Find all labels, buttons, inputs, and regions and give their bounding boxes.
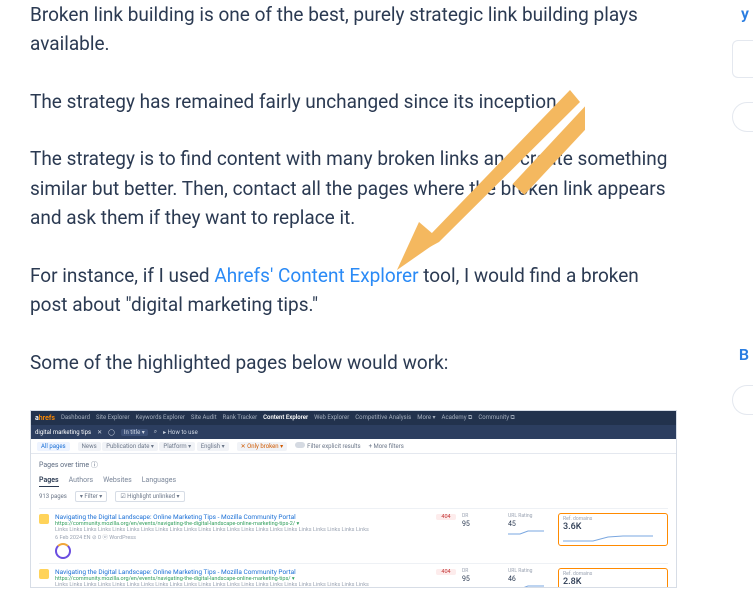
row-main: Navigating the Digital Landscape: Online… <box>55 513 430 559</box>
sidebar-heading-fragment: B <box>739 345 749 364</box>
circle-icon[interactable]: ◯ <box>108 429 115 436</box>
article-body: Broken link building is one of the best,… <box>30 0 680 405</box>
sidebar-input-peek[interactable] <box>732 40 753 78</box>
ahrefs-logo: ahrefs <box>35 414 55 422</box>
ahrefs-result-count: 913 pages <box>39 493 67 500</box>
text-run: For instance, if I used <box>30 264 214 287</box>
filter-pill[interactable]: News <box>78 442 101 451</box>
row-checkbox-icon[interactable] <box>39 514 49 524</box>
sidebar-heading-fragment: y <box>741 4 749 23</box>
col-dr: DR95 <box>462 513 502 528</box>
col-ur: URL Rating45 <box>508 513 548 538</box>
ahrefs-nav-item[interactable]: Academy ⧉ <box>442 414 473 421</box>
ahrefs-search-bar: digital marketing tips ✕ ◯ In title ▾ ⌕ … <box>31 425 676 439</box>
ahrefs-nav-item[interactable]: Web Explorer <box>314 414 349 421</box>
ahrefs-nav-item[interactable]: Community ⧉ <box>478 414 515 421</box>
col-ref-domains: Ref. domains2.8K <box>558 568 668 588</box>
col-ur: URL Rating46 <box>508 568 548 588</box>
ahrefs-search-query[interactable]: digital marketing tips <box>35 429 91 436</box>
row-footer: 6 Feb 2024 EN ⊘ 0 ⓦ WordPress <box>55 533 430 541</box>
ahrefs-tab[interactable]: Pages <box>39 476 59 487</box>
search-icon[interactable]: ⌕ <box>154 428 157 436</box>
ahrefs-howto-link[interactable]: ▸ How to use <box>163 429 198 436</box>
filter-explicit-toggle[interactable]: Filter explicit results <box>295 442 360 450</box>
toggle-icon <box>295 442 305 448</box>
filter-pill[interactable]: English ▾ <box>197 442 229 451</box>
filter-pill[interactable]: Platform ▾ <box>159 442 195 451</box>
paragraph: The strategy has remained fairly unchang… <box>30 87 680 116</box>
col-ref-domains: Ref. domains3.6K <box>558 513 668 546</box>
paragraph: Broken link building is one of the best,… <box>30 0 680 59</box>
ahrefs-scope-select[interactable]: In title ▾ <box>121 429 148 436</box>
ahrefs-filters: All pages News Publication date ▾ Platfo… <box>31 439 676 454</box>
col-dr: DR95 <box>462 568 502 583</box>
sidebar-button-peek[interactable] <box>732 385 753 415</box>
ahrefs-nav-item[interactable]: Site Explorer <box>96 414 129 421</box>
ahrefs-meta-row: 913 pages ▾ Filter ▾ ☑ Highlight unlinke… <box>39 491 668 502</box>
ahrefs-filter-button[interactable]: ▾ Filter ▾ <box>75 491 107 502</box>
sidebar-button-peek[interactable] <box>732 102 753 132</box>
filter-only-broken[interactable]: ✕ Only broken ▾ <box>237 442 288 451</box>
ahrefs-nav-item[interactable]: Dashboard <box>61 414 90 421</box>
clear-icon[interactable]: ✕ <box>97 429 102 436</box>
ahrefs-nav-item[interactable]: Keywords Explorer <box>136 414 185 421</box>
filter-allpages[interactable]: All pages <box>37 442 70 451</box>
ahrefs-tabs: Pages Authors Websites Languages <box>39 476 668 487</box>
ahrefs-nav-item[interactable]: Rank Tracker <box>223 414 258 421</box>
ahrefs-tab[interactable]: Languages <box>142 476 176 487</box>
donut-chart-icon <box>55 543 71 559</box>
sidebar-peek: y B <box>729 0 753 614</box>
ahrefs-nav-item[interactable]: Site Audit <box>191 414 217 421</box>
row-title-link[interactable]: Navigating the Digital Landscape: Online… <box>55 568 430 576</box>
ahrefs-tab[interactable]: Websites <box>103 476 132 487</box>
filter-more[interactable]: + More filters <box>369 443 404 450</box>
ahrefs-topnav: ahrefs Dashboard Site Explorer Keywords Ex… <box>31 411 676 425</box>
ahrefs-content-explorer-link[interactable]: Ahrefs' Content Explorer <box>214 264 418 287</box>
ahrefs-highlight-button[interactable]: ☑ Highlight unlinked ▾ <box>115 491 184 502</box>
row-checkbox-icon[interactable] <box>39 569 49 579</box>
paragraph: Some of the highlighted pages below woul… <box>30 348 680 377</box>
ahrefs-result-row: Navigating the Digital Landscape: Online… <box>39 508 668 563</box>
ahrefs-nav-item[interactable]: Competitive Analysis <box>355 414 411 421</box>
status-badge: 404 <box>436 514 456 520</box>
ahrefs-result-row: Navigating the Digital Landscape: Online… <box>39 563 668 588</box>
ahrefs-screenshot: ahrefs Dashboard Site Explorer Keywords Ex… <box>30 410 677 588</box>
ahrefs-chart-heading: Pages over time ⓘ <box>39 460 668 470</box>
ahrefs-nav: Dashboard Site Explorer Keywords Explorer S… <box>61 414 521 422</box>
status-badge: 404 <box>436 569 456 575</box>
row-snippet: Links Links Links Links Links Links Link… <box>55 582 430 588</box>
row-title-link[interactable]: Navigating the Digital Landscape: Online… <box>55 513 430 521</box>
ahrefs-tab[interactable]: Authors <box>69 476 94 487</box>
row-main: Navigating the Digital Landscape: Online… <box>55 568 430 588</box>
ahrefs-nav-item[interactable]: Content Explorer <box>263 414 308 421</box>
paragraph: For instance, if I used Ahrefs' Content … <box>30 261 680 320</box>
filter-pill[interactable]: Publication date ▾ <box>102 442 158 451</box>
paragraph: The strategy is to find content with man… <box>30 144 680 232</box>
ahrefs-nav-item[interactable]: More ▾ <box>417 414 435 421</box>
